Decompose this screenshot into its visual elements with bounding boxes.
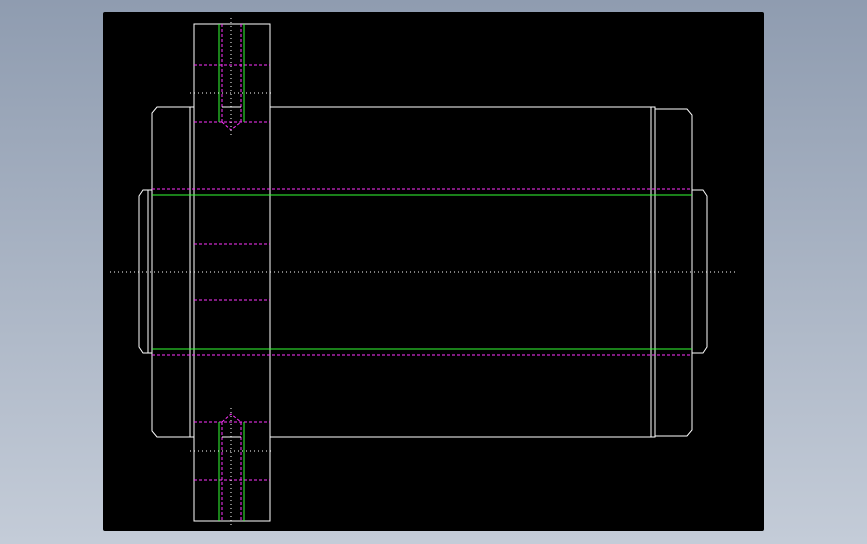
model-viewport[interactable] [0,0,867,544]
right-cap-outline [651,106,693,438]
body-outline [270,106,652,438]
cad-drawing [110,18,737,526]
centerlines [110,18,737,526]
drawing-sheet[interactable] [103,12,764,531]
